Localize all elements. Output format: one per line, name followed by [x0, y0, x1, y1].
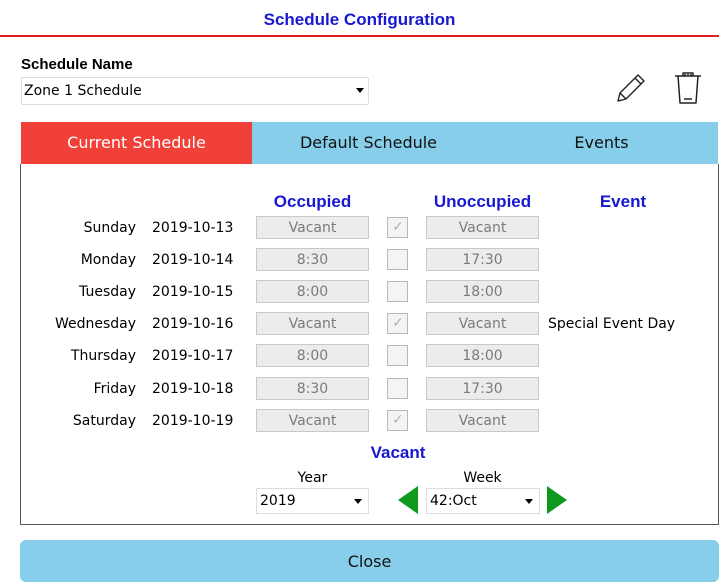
event-label: Special Event Day: [548, 316, 676, 332]
chevron-down-icon: [354, 499, 362, 504]
unoccupied-time-field[interactable]: 18:00: [426, 344, 539, 367]
occupied-column-header: Occupied: [273, 192, 352, 211]
schedule-row: Tuesday 2019-10-15 8:00 18:00: [0, 280, 719, 304]
schedule-row: Friday 2019-10-18 8:30 17:30: [0, 377, 719, 401]
vacant-checkbox[interactable]: [387, 281, 408, 302]
day-label: Thursday: [70, 348, 136, 364]
tab-default-schedule[interactable]: Default Schedule: [252, 122, 485, 164]
pencil-icon: [617, 74, 645, 102]
week-label: Week: [463, 470, 502, 486]
occupied-time-field[interactable]: Vacant: [256, 409, 369, 432]
date-label: 2019-10-19: [152, 413, 234, 429]
unoccupied-time-field[interactable]: 17:30: [426, 248, 539, 271]
date-label: 2019-10-16: [152, 316, 234, 332]
year-select[interactable]: 2019: [256, 488, 369, 514]
chevron-down-icon: [356, 88, 364, 93]
vacant-checkbox[interactable]: [387, 345, 408, 366]
tab-current-schedule[interactable]: Current Schedule: [21, 122, 252, 164]
unoccupied-time-field[interactable]: 18:00: [426, 280, 539, 303]
vacant-section-header: Vacant: [370, 443, 426, 462]
day-label: Sunday: [83, 220, 136, 236]
vacant-checkbox[interactable]: [387, 378, 408, 399]
tab-events[interactable]: Events: [485, 122, 718, 164]
date-label: 2019-10-18: [152, 381, 234, 397]
prev-week-arrow-icon[interactable]: [398, 486, 418, 514]
year-label: Year: [297, 470, 328, 486]
week-select[interactable]: 42:Oct: [426, 488, 540, 514]
schedule-row: Monday 2019-10-14 8:30 17:30: [0, 248, 719, 272]
week-value: 42:Oct: [430, 493, 477, 509]
occupied-time-field[interactable]: Vacant: [256, 312, 369, 335]
schedule-name-value: Zone 1 Schedule: [24, 83, 142, 99]
day-label: Tuesday: [79, 284, 136, 300]
day-label: Friday: [93, 381, 136, 397]
dialog-title: Schedule Configuration: [263, 10, 456, 29]
schedule-row: Saturday 2019-10-19 Vacant ✓ Vacant: [0, 409, 719, 433]
trash-icon: [675, 72, 701, 104]
vacant-checkbox[interactable]: [387, 249, 408, 270]
unoccupied-time-field[interactable]: Vacant: [426, 409, 539, 432]
tab-bar: Current Schedule Default Schedule Events: [21, 122, 718, 164]
occupied-time-field[interactable]: 8:00: [256, 344, 369, 367]
occupied-time-field[interactable]: Vacant: [256, 216, 369, 239]
schedule-row: Thursday 2019-10-17 8:00 18:00: [0, 344, 719, 368]
schedule-row: Wednesday 2019-10-16 Vacant ✓ Vacant Spe…: [0, 312, 719, 336]
date-label: 2019-10-14: [152, 252, 234, 268]
event-column-header: Event: [599, 192, 647, 211]
next-week-arrow-icon[interactable]: [547, 486, 567, 514]
vacant-checkbox[interactable]: ✓: [387, 313, 408, 334]
vacant-checkbox[interactable]: ✓: [387, 410, 408, 431]
unoccupied-column-header: Unoccupied: [433, 192, 532, 211]
year-value: 2019: [260, 493, 296, 509]
vacant-checkbox[interactable]: ✓: [387, 217, 408, 238]
checkmark-icon: ✓: [392, 219, 404, 235]
checkmark-icon: ✓: [392, 412, 404, 428]
close-button[interactable]: Close: [20, 540, 719, 582]
title-bar: Schedule Configuration: [0, 0, 719, 37]
checkmark-icon: ✓: [392, 315, 404, 331]
day-label: Saturday: [72, 413, 136, 429]
date-label: 2019-10-17: [152, 348, 234, 364]
date-label: 2019-10-15: [152, 284, 234, 300]
schedule-name-select[interactable]: Zone 1 Schedule: [21, 77, 369, 105]
edit-schedule-button[interactable]: [610, 68, 650, 108]
occupied-time-field[interactable]: 8:00: [256, 280, 369, 303]
delete-schedule-button[interactable]: [668, 68, 708, 108]
day-label: Wednesday: [54, 316, 136, 332]
schedule-name-label: Schedule Name: [21, 56, 133, 73]
day-label: Monday: [80, 252, 136, 268]
occupied-time-field[interactable]: 8:30: [256, 377, 369, 400]
unoccupied-time-field[interactable]: 17:30: [426, 377, 539, 400]
date-label: 2019-10-13: [152, 220, 234, 236]
unoccupied-time-field[interactable]: Vacant: [426, 312, 539, 335]
schedule-row: Sunday 2019-10-13 Vacant ✓ Vacant: [0, 216, 719, 240]
chevron-down-icon: [525, 499, 533, 504]
occupied-time-field[interactable]: 8:30: [256, 248, 369, 271]
unoccupied-time-field[interactable]: Vacant: [426, 216, 539, 239]
